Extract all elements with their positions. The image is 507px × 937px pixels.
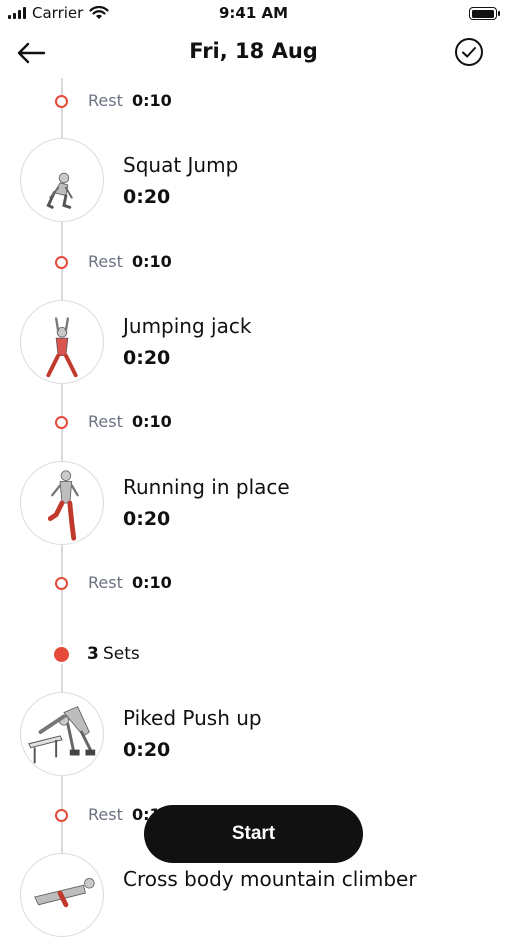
exercise-name: Running in place: [123, 475, 290, 499]
rest-marker-icon: [55, 95, 68, 108]
rest-duration: 0:10: [132, 252, 172, 271]
exercise-image[interactable]: [20, 461, 104, 545]
timeline-line: [61, 664, 63, 692]
exercise-image[interactable]: [20, 692, 104, 776]
rest-duration: 0:10: [132, 91, 172, 110]
exercise-duration: 0:20: [123, 508, 171, 530]
rest-label: Rest: [88, 412, 123, 431]
running-figure: [47, 470, 79, 541]
sets-label: Sets: [103, 644, 140, 664]
exercise-duration: 0:20: [123, 186, 171, 208]
exercise-name: Piked Push up: [123, 706, 262, 730]
rest-marker-icon: [55, 577, 68, 590]
pushup-figure: [28, 706, 96, 764]
mountain-climber-figure: [34, 878, 95, 908]
exercise-name: Cross body mountain climber: [123, 867, 417, 891]
rest-duration: 0:10: [132, 573, 172, 592]
rest-marker-icon: [55, 256, 68, 269]
jumping-jack-figure: [46, 317, 78, 378]
exercise-name: Jumping jack: [123, 314, 252, 338]
squat-jump-figure: [46, 172, 73, 209]
exercise-image[interactable]: [20, 138, 104, 222]
rest-label: Rest: [88, 805, 123, 824]
rest-marker-icon: [55, 416, 68, 429]
rest-label: Rest: [88, 252, 123, 271]
status-bar: Carrier 9:41 AM: [0, 0, 507, 26]
exercise-name: Squat Jump: [123, 153, 239, 177]
rest-duration: 0:10: [132, 412, 172, 431]
exercise-image[interactable]: [20, 853, 104, 937]
header: Fri, 18 Aug: [0, 26, 507, 78]
exercise-duration: 0:20: [123, 347, 171, 369]
rest-label: Rest: [88, 573, 123, 592]
sets-count: 3: [87, 644, 99, 664]
check-circle-icon[interactable]: [453, 36, 485, 68]
timeline-line: [61, 78, 63, 138]
sets-marker-icon: [54, 647, 69, 662]
status-time: 9:41 AM: [218, 4, 289, 22]
exercise-duration: 0:20: [123, 739, 171, 761]
battery-icon: [469, 7, 500, 20]
page-title: Fri, 18 Aug: [189, 39, 318, 63]
timeline-line: [61, 545, 63, 645]
rest-label: Rest: [88, 91, 123, 110]
exercise-image[interactable]: [20, 300, 104, 384]
start-button[interactable]: Start: [144, 805, 363, 863]
rest-marker-icon: [55, 809, 68, 822]
